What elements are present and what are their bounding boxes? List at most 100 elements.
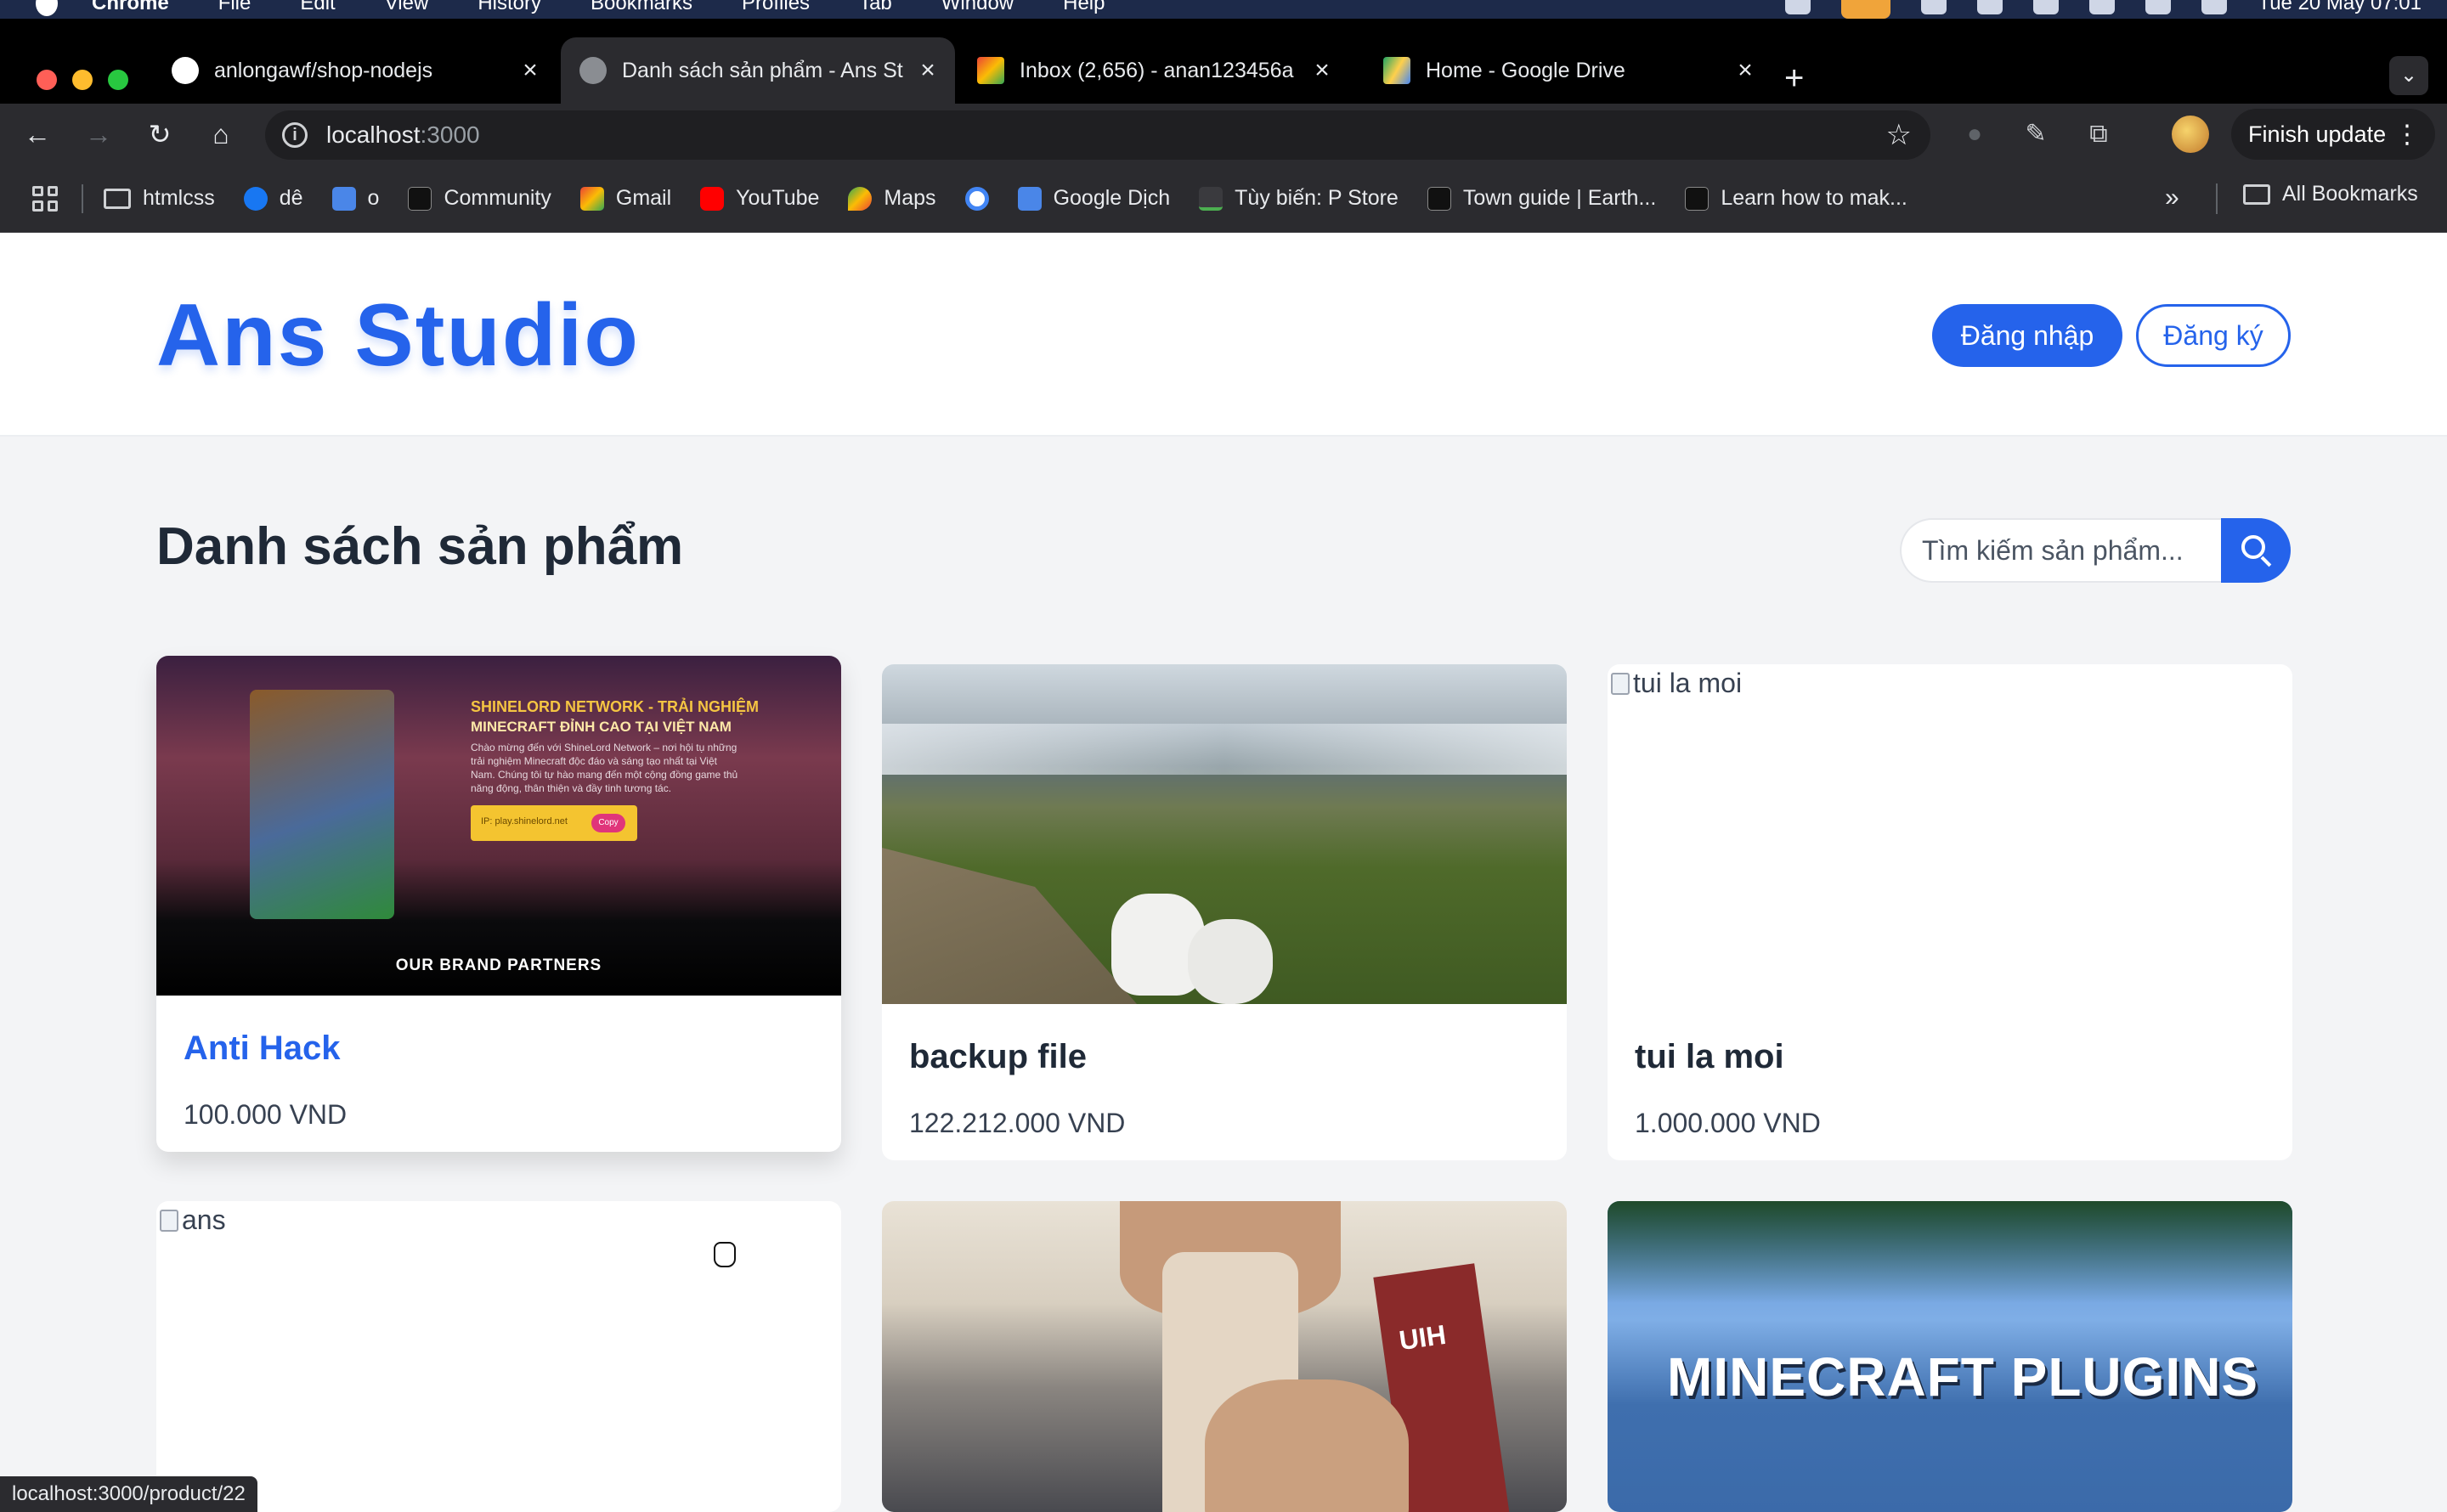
broken-image-icon bbox=[160, 1209, 178, 1232]
bookmark-star-icon[interactable]: ☆ bbox=[1886, 118, 1912, 152]
menu-history[interactable]: History bbox=[478, 0, 541, 15]
bookmark-google-dich[interactable]: Google Dịch bbox=[1017, 186, 1171, 211]
extension-robot-icon[interactable]: ● bbox=[1959, 119, 1990, 150]
bookmark-maps[interactable]: Maps bbox=[848, 186, 936, 211]
forward-icon[interactable]: → bbox=[82, 117, 116, 151]
zoom-window-button[interactable] bbox=[108, 70, 128, 90]
bookmark-community[interactable]: Community bbox=[408, 186, 551, 211]
product-image[interactable]: tui la moi bbox=[1608, 664, 2292, 1004]
spotlight-icon[interactable] bbox=[2145, 0, 2172, 14]
site-info-icon[interactable]: i bbox=[282, 122, 308, 148]
address-bar[interactable]: i localhost:3000 ☆ bbox=[265, 110, 1930, 160]
tab-products[interactable]: Danh sách sản phẩm - Ans St × bbox=[561, 37, 955, 104]
product-name[interactable]: Anti Hack bbox=[184, 1030, 341, 1068]
bookmark-de[interactable]: dê bbox=[243, 186, 303, 211]
menu-bookmarks[interactable]: Bookmarks bbox=[591, 0, 692, 15]
control-center-icon[interactable] bbox=[2201, 0, 2228, 14]
search-icon bbox=[2241, 535, 2265, 559]
tab-title: Home - Google Drive bbox=[1426, 58, 1625, 82]
product-card-backup-file[interactable]: backup file 122.212.000 VND bbox=[882, 664, 1567, 1160]
reload-icon[interactable]: ↻ bbox=[143, 117, 177, 151]
close-icon[interactable]: × bbox=[911, 56, 945, 85]
epic-icon bbox=[1685, 186, 1710, 211]
more-bookmarks-icon[interactable]: » bbox=[2165, 183, 2179, 212]
menu-window[interactable]: Window bbox=[941, 0, 1014, 15]
product-card-tui-la-moi[interactable]: tui la moi tui la moi 1.000.000 VND bbox=[1608, 664, 2292, 1160]
bookmark-gmail[interactable]: Gmail bbox=[579, 186, 671, 211]
close-icon[interactable]: × bbox=[513, 56, 547, 85]
menu-edit[interactable]: Edit bbox=[300, 0, 335, 15]
product-card-selfie[interactable]: UIH bbox=[882, 1201, 1567, 1512]
product-card-ans[interactable]: ans bbox=[156, 1201, 841, 1512]
battery-icon[interactable] bbox=[1977, 0, 2003, 14]
product-image[interactable]: UIH bbox=[882, 1201, 1567, 1512]
record-icon[interactable] bbox=[1785, 0, 1811, 14]
copy-button: Copy bbox=[591, 814, 625, 832]
finish-update-button[interactable]: Finish update ⋮ bbox=[2231, 109, 2435, 160]
bookmark-label: o bbox=[367, 186, 380, 210]
minimize-window-button[interactable] bbox=[72, 70, 93, 90]
product-name[interactable]: tui la moi bbox=[1635, 1038, 1784, 1076]
folder-icon bbox=[2243, 183, 2270, 205]
bookmark-o[interactable]: o bbox=[331, 186, 380, 211]
menu-profiles[interactable]: Profiles bbox=[742, 0, 810, 15]
product-image[interactable]: ans bbox=[156, 1201, 841, 1512]
close-icon[interactable]: × bbox=[1305, 56, 1339, 85]
menu-tab[interactable]: Tab bbox=[859, 0, 892, 15]
clock[interactable]: Tue 20 May 07:01 bbox=[2258, 0, 2422, 15]
product-card-minecraft-plugins[interactable]: MINECRAFT PLUGINS bbox=[1608, 1201, 2292, 1512]
folder-icon bbox=[104, 188, 131, 209]
close-icon[interactable]: × bbox=[1728, 56, 1762, 85]
home-icon[interactable]: ⌂ bbox=[204, 117, 238, 151]
gmail-icon bbox=[579, 186, 604, 211]
extensions-puzzle-icon[interactable]: ⧉ bbox=[2083, 119, 2114, 150]
all-bookmarks-button[interactable]: All Bookmarks bbox=[2243, 182, 2418, 206]
input-source-icon[interactable] bbox=[2033, 0, 2060, 14]
brand-partners-label: OUR BRAND PARTNERS bbox=[395, 956, 602, 974]
close-window-button[interactable] bbox=[37, 70, 57, 90]
search-button[interactable] bbox=[2221, 518, 2291, 583]
product-image[interactable] bbox=[882, 664, 1567, 1004]
back-icon[interactable]: ← bbox=[20, 117, 54, 151]
menu-app[interactable]: Chrome bbox=[92, 0, 169, 15]
bookmark-youtube[interactable]: YouTube bbox=[700, 186, 819, 211]
product-card-anti-hack[interactable]: SHINELORD NETWORK - TRẢI NGHIỆM MINECRAF… bbox=[156, 656, 841, 1152]
login-button[interactable]: Đăng nhập bbox=[1932, 304, 2122, 367]
hand bbox=[1205, 1379, 1409, 1512]
new-tab-button[interactable]: + bbox=[1784, 59, 1804, 98]
bookmark-learn-how[interactable]: Learn how to mak... bbox=[1685, 186, 1907, 211]
kebab-menu-icon[interactable]: ⋮ bbox=[2394, 120, 2420, 150]
profile-avatar[interactable] bbox=[2172, 116, 2209, 153]
search-input[interactable] bbox=[1900, 518, 2221, 583]
site-logo[interactable]: Ans Studio bbox=[156, 285, 640, 386]
apps-grid-icon[interactable] bbox=[32, 185, 58, 212]
bluetooth-icon[interactable] bbox=[1921, 0, 1947, 14]
product-price: 122.212.000 VND bbox=[909, 1108, 1126, 1138]
product-image[interactable]: MINECRAFT PLUGINS bbox=[1608, 1201, 2292, 1512]
epic-icon bbox=[408, 186, 432, 211]
eyedropper-icon[interactable]: ✎ bbox=[2020, 119, 2051, 150]
bookmark-label: Maps bbox=[884, 186, 936, 210]
tab-github[interactable]: anlongawf/shop-nodejs × bbox=[153, 37, 557, 104]
product-image[interactable]: SHINELORD NETWORK - TRẢI NGHIỆM MINECRAF… bbox=[156, 656, 841, 996]
apple-icon[interactable] bbox=[36, 0, 58, 16]
bookmark-htmlcss[interactable]: htmlcss bbox=[104, 186, 215, 211]
github-icon bbox=[172, 57, 199, 84]
url-text[interactable]: localhost:3000 bbox=[326, 121, 480, 149]
menu-view[interactable]: View bbox=[385, 0, 429, 15]
minecraft-archer-illustration bbox=[250, 690, 394, 919]
register-button[interactable]: Đăng ký bbox=[2136, 304, 2291, 367]
microphone-icon[interactable] bbox=[1841, 0, 1891, 19]
bookmark-p-store[interactable]: Tùy biến: P Store bbox=[1199, 186, 1399, 211]
bookmark-google[interactable] bbox=[964, 186, 989, 211]
google-translate-icon bbox=[331, 186, 356, 211]
bookmark-label: Google Dịch bbox=[1053, 186, 1171, 210]
menu-file[interactable]: File bbox=[218, 0, 251, 15]
menu-help[interactable]: Help bbox=[1063, 0, 1105, 15]
bookmark-town-guide[interactable]: Town guide | Earth... bbox=[1427, 186, 1656, 211]
tab-google-drive[interactable]: Home - Google Drive × bbox=[1365, 37, 1772, 104]
tab-gmail[interactable]: Inbox (2,656) - anan123456a × bbox=[958, 37, 1349, 104]
tab-search-button[interactable]: ⌄ bbox=[2389, 56, 2428, 95]
product-name[interactable]: backup file bbox=[909, 1038, 1087, 1076]
wifi-icon[interactable] bbox=[2089, 0, 2116, 14]
